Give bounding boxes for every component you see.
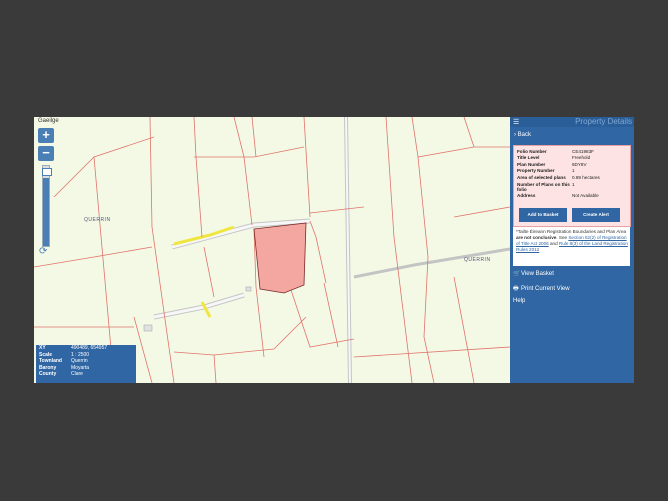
- zoom-in-button[interactable]: +: [38, 128, 54, 143]
- back-button[interactable]: › Back: [510, 128, 634, 142]
- zoom-out-button[interactable]: −: [38, 146, 54, 161]
- chevron-right-icon: ›: [514, 132, 516, 138]
- zoom-slider[interactable]: [42, 165, 52, 247]
- zoom-slider-fill: [43, 178, 49, 246]
- building-1: [143, 324, 153, 332]
- disclaimer-note: *Tailte Éireann Registration Boundaries …: [513, 227, 630, 266]
- back-label: Back: [517, 132, 532, 138]
- detail-row: Address Not Available: [517, 193, 599, 199]
- map-svg[interactable]: [34, 117, 510, 383]
- property-panel: ☰ Property Details › Back Folio Number CE…: [510, 117, 634, 383]
- map-info-box: XY 490489, 654957 Scale 1 : 2500 Townland Q…: [36, 345, 136, 383]
- basket-icon: 🛒: [513, 271, 521, 277]
- panel-title: Property Details: [575, 117, 632, 126]
- help-link[interactable]: Help: [513, 298, 525, 304]
- detail-row: Number of Plans on this folio 1: [517, 182, 575, 193]
- add-to-basket-button[interactable]: Add to Basket: [519, 208, 567, 222]
- menu-icon[interactable]: ☰: [513, 118, 519, 126]
- panel-header: ☰ Property Details: [510, 117, 634, 127]
- highlight-upper: [173, 225, 235, 246]
- info-row: County Clare: [39, 371, 83, 377]
- language-link[interactable]: Gaeilge: [38, 118, 59, 124]
- road-east: [353, 247, 510, 279]
- refresh-icon[interactable]: ⟳: [39, 246, 47, 257]
- zoom-slider-handle[interactable]: [42, 168, 52, 176]
- app-window: Gaeilge + − ⟳ QUERRIN QUERRIN XY 490489, …: [34, 117, 634, 383]
- view-basket-button[interactable]: 🛒 View Basket: [513, 270, 554, 278]
- building-2: [245, 286, 252, 292]
- print-view-button[interactable]: 🖶 Print Current View: [513, 284, 570, 294]
- map-canvas[interactable]: Gaeilge + − ⟳ QUERRIN QUERRIN XY 490489, …: [34, 117, 510, 383]
- selected-parcel: [253, 222, 307, 294]
- detail-row: Area of selected plans 0.89 hectares: [517, 174, 600, 180]
- townland-label: QUERRIN: [464, 257, 491, 263]
- property-details-card: Folio Number CE41983F Title Level Freehold…: [513, 145, 631, 227]
- print-icon: 🖶: [513, 286, 519, 292]
- townland-label: QUERRIN: [84, 217, 111, 223]
- create-alert-button[interactable]: Create Alert: [572, 208, 620, 222]
